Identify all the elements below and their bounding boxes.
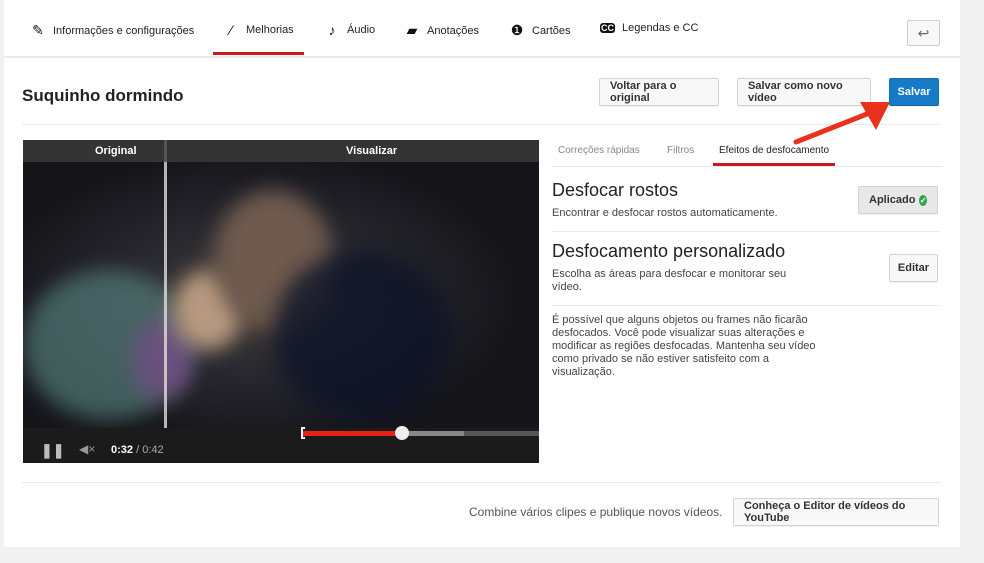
info-icon: ❶: [510, 22, 524, 38]
subtab-filters[interactable]: Filtros: [667, 145, 694, 156]
video-editor-button[interactable]: Conheça o Editor de vídeos do YouTube: [733, 498, 939, 526]
face-blur-desc: Encontrar e desfocar rostos automaticame…: [552, 207, 778, 219]
check-circle-icon: ✓: [919, 194, 927, 206]
face-blur-applied-button[interactable]: Aplicado ✓: [858, 186, 938, 214]
progress-bar[interactable]: [303, 426, 539, 440]
face-blur-title: Desfocar rostos: [552, 180, 679, 200]
page-title: Suquinho dormindo: [22, 86, 184, 105]
tab-captions[interactable]: CC Legendas e CC: [600, 22, 698, 34]
custom-blur-desc: Escolha as áreas para desfocar e monitor…: [552, 268, 787, 293]
scrubber-handle[interactable]: [394, 426, 409, 440]
preview-label: Visualizar: [346, 145, 398, 157]
tab-info-settings[interactable]: ✎ Informações e configurações: [30, 22, 194, 39]
tab-audio[interactable]: ♪ Áudio: [324, 22, 376, 38]
trim-start-handle[interactable]: [301, 427, 305, 439]
subtab-quick-fixes[interactable]: Correções rápidas: [558, 145, 640, 156]
cc-icon: CC: [600, 23, 615, 33]
tab-annotations[interactable]: ▰ Anotações: [404, 22, 479, 39]
magic-wand-icon: ⁄: [229, 22, 233, 38]
muted-speaker-icon: ◀×: [79, 442, 96, 456]
divider: [22, 482, 940, 483]
tab-cards[interactable]: ❶ Cartões: [509, 22, 571, 39]
custom-blur-title: Desfocamento personalizado: [552, 241, 786, 261]
video-player[interactable]: Original Visualizar ❚❚ ◀× 0:32 / 0:42: [23, 140, 539, 463]
tab-enhancements[interactable]: ⁄ Melhorias: [213, 22, 304, 55]
enhancement-subtabs: Correções rápidas Filtros Efeitos de des…: [552, 145, 942, 167]
pencil-icon: ✎: [32, 22, 44, 38]
divider: [552, 305, 940, 306]
footer-text: Combine vários clipes e publique novos v…: [469, 505, 723, 519]
editor-card: ✎ Informações e configurações ⁄ Melhorias …: [4, 0, 960, 547]
time-display: 0:32 / 0:42: [111, 444, 164, 456]
played-bar: [303, 431, 402, 436]
top-nav: ✎ Informações e configurações ⁄ Melhorias …: [4, 0, 960, 58]
original-label: Original: [95, 145, 137, 157]
current-time: 0:32: [111, 444, 134, 456]
edit-custom-blur-button[interactable]: Editar: [889, 254, 938, 282]
duration: 0:42: [142, 444, 164, 456]
red-arrow-annotation: [793, 102, 890, 145]
compare-split-handle[interactable]: [164, 140, 167, 428]
speech-bubble-icon: ▰: [406, 22, 418, 38]
player-controls: ❚❚ ◀× 0:32 / 0:42: [23, 426, 539, 463]
video-frame: [23, 140, 539, 428]
back-button[interactable]: ↩: [907, 20, 940, 46]
mute-button[interactable]: ◀×: [79, 442, 95, 456]
pause-button[interactable]: ❚❚: [41, 442, 64, 459]
undo-icon: ↩: [917, 25, 930, 41]
compare-labels: Original Visualizar: [23, 140, 539, 162]
revert-button[interactable]: Voltar para o original: [599, 78, 719, 106]
music-note-icon: ♪: [328, 22, 336, 38]
divider: [552, 231, 940, 232]
blur-note: É possível que alguns objetos ou frames …: [552, 314, 816, 378]
